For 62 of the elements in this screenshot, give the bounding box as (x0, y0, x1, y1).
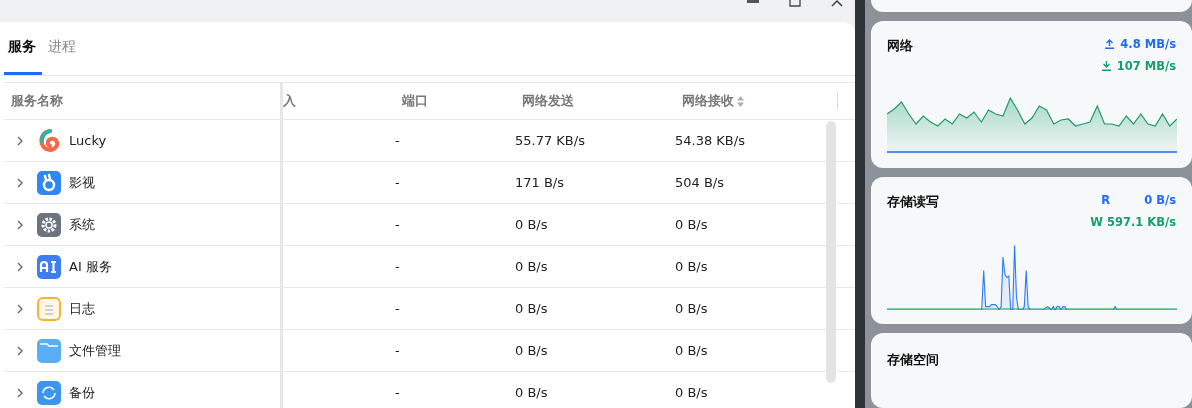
table-cell-text: 0 B/s (514, 217, 549, 232)
table-cell-text: 0 B/s (674, 217, 709, 232)
table-cell-text: - (394, 343, 401, 358)
chevron-right-icon[interactable] (17, 177, 23, 188)
scrollbar[interactable] (826, 121, 836, 383)
notepad-icon (37, 296, 61, 321)
write-speed: W 597.1 KB/s (1090, 214, 1176, 229)
table-cell-text: - (394, 259, 401, 274)
table-cell-text: - (394, 133, 401, 148)
maximize-icon[interactable] (789, 0, 801, 7)
upload-speed: 4.8 MB/s (1120, 36, 1176, 51)
widget-title: 存储读写 (887, 192, 939, 211)
gear-icon (37, 212, 61, 237)
upload-icon (1105, 38, 1115, 49)
widget-title: 存储空间 (887, 351, 939, 367)
download-speed: 107 MB/s (1116, 58, 1176, 73)
table-cell-text: 54.38 KB/s (674, 133, 746, 148)
column-header: 端口 (400, 92, 429, 110)
table-cell-text: 0 B/s (674, 385, 709, 400)
video-app-icon (37, 170, 61, 195)
read-label: R (1101, 192, 1111, 207)
table-cell-text: - (394, 301, 401, 316)
chevron-right-icon[interactable] (17, 303, 23, 314)
service-name: 备份 (69, 383, 95, 402)
table-cell-text: - (394, 217, 401, 232)
service-name: AI 服务 (69, 257, 112, 276)
ai-app-icon (37, 254, 61, 279)
service-name: 影视 (69, 173, 95, 192)
column-header: 网络发送 (521, 92, 575, 110)
table-cell-text: 0 B/s (514, 385, 549, 400)
table-cell-text: 55.77 KB/s (514, 133, 586, 148)
minimize-icon[interactable] (747, 0, 759, 4)
column-header: 入 (283, 92, 297, 110)
table-cell-text: 0 B/s (514, 301, 549, 316)
table-cell-text: 0 B/s (514, 343, 549, 358)
tab[interactable]: 服务 (4, 22, 42, 75)
table-cell-text: 0 B/s (514, 259, 549, 274)
folder-icon (37, 338, 61, 363)
service-name: 系统 (69, 215, 95, 234)
chevron-right-icon[interactable] (17, 135, 23, 146)
chevron-right-icon[interactable] (17, 261, 23, 272)
service-name: 日志 (69, 299, 95, 318)
chevron-right-icon[interactable] (17, 345, 23, 356)
table-cell-text: 0 B/s (674, 259, 709, 274)
widget-title: 网络 (887, 36, 913, 55)
read-speed: 0 B/s (1144, 192, 1176, 207)
table-cell-text: 504 B/s (674, 175, 726, 190)
table-cell-text: 171 B/s (514, 175, 566, 190)
tab[interactable]: 进程 (44, 22, 88, 75)
service-name: 文件管理 (69, 341, 121, 360)
sync-icon (37, 380, 61, 405)
chevron-right-icon[interactable] (17, 219, 23, 230)
table-cell-text: - (394, 175, 401, 190)
table-cell-text: - (394, 385, 401, 400)
table-cell-text: 0 B/s (674, 343, 709, 358)
column-header: 服务名称 (4, 83, 283, 119)
column-header[interactable]: 网络接收 (670, 92, 830, 110)
table-cell-text: 0 B/s (674, 301, 709, 316)
swirl-logo-icon (37, 128, 61, 153)
chevron-right-icon[interactable] (17, 387, 23, 398)
download-icon (1101, 60, 1111, 71)
service-name: Lucky (69, 133, 107, 148)
